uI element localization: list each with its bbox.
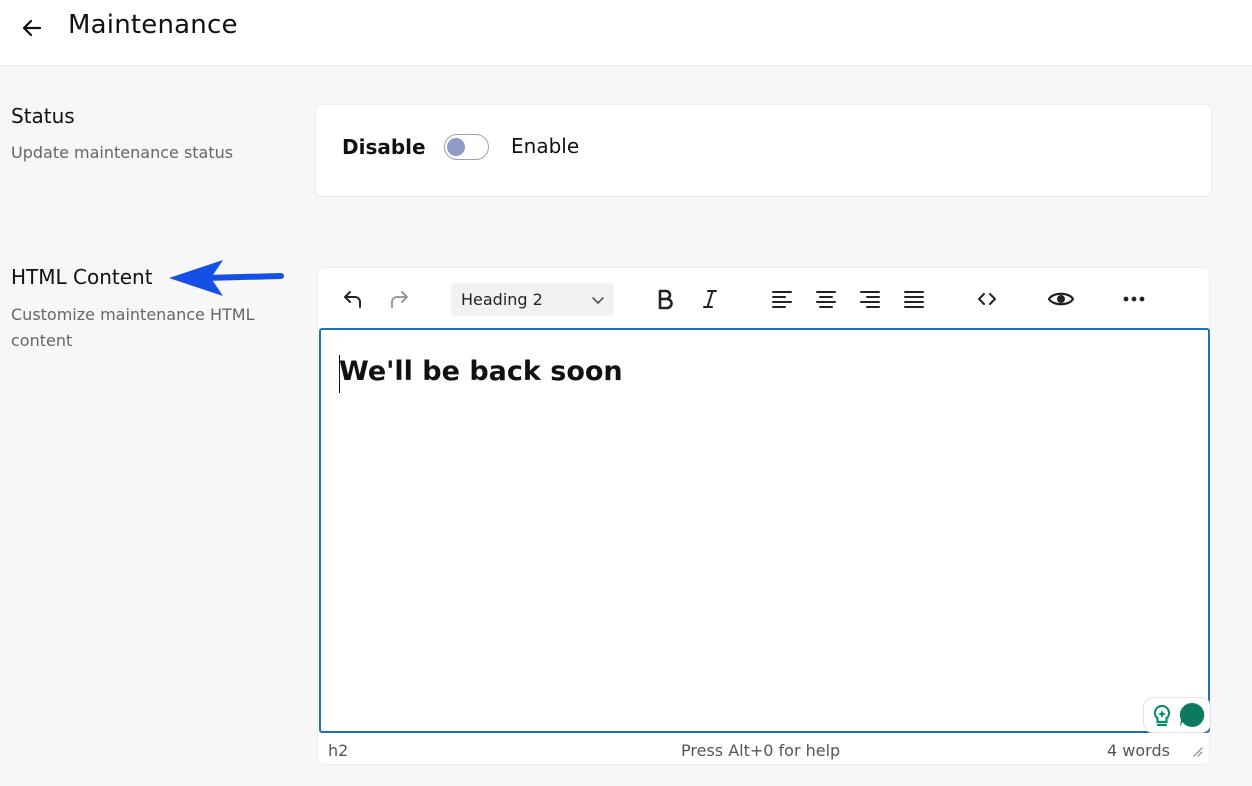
toggle-knob — [447, 138, 465, 156]
html-content-section-description: Customize maintenance HTML content — [11, 305, 255, 350]
block-format-value: Heading 2 — [461, 290, 543, 309]
block-format-select[interactable]: Heading 2 — [451, 283, 614, 316]
align-left-icon — [772, 291, 792, 308]
editor-statusbar: h2 Press Alt+0 for help 4 words — [318, 736, 1211, 766]
source-code-button[interactable] — [970, 282, 1004, 316]
help-hint: Press Alt+0 for help — [681, 741, 841, 760]
top-bar: Maintenance — [0, 0, 1252, 66]
align-right-icon — [860, 291, 880, 308]
redo-button[interactable] — [382, 282, 416, 316]
italic-icon — [703, 290, 717, 308]
chevron-down-icon — [592, 297, 604, 304]
bold-icon — [658, 289, 673, 310]
undo-icon — [344, 291, 361, 308]
status-card: Disable Enable — [315, 104, 1212, 197]
align-left-button[interactable] — [765, 282, 799, 316]
assistant-widget[interactable] — [1143, 697, 1211, 733]
preview-button[interactable] — [1044, 282, 1078, 316]
toggle-off-label: Disable — [342, 135, 426, 159]
align-center-icon — [816, 291, 836, 308]
maintenance-status-toggle[interactable] — [444, 134, 489, 160]
text-caret — [339, 355, 340, 393]
italic-button[interactable] — [693, 282, 727, 316]
editor-content-area[interactable]: We'll be back soon — [319, 328, 1211, 733]
align-right-button[interactable] — [853, 282, 887, 316]
toggle-on-label: Enable — [511, 134, 580, 158]
content-heading[interactable]: We'll be back soon — [339, 356, 623, 387]
redo-icon — [391, 291, 408, 308]
page-title: Maintenance — [68, 10, 238, 40]
more-icon — [1123, 296, 1145, 302]
align-center-button[interactable] — [809, 282, 843, 316]
undo-button[interactable] — [336, 282, 370, 316]
arrow-left-icon — [22, 19, 42, 37]
html-editor: Heading 2 We'll be back soon h2 Press Al… — [317, 267, 1211, 766]
bold-button[interactable] — [648, 282, 682, 316]
source-code-icon — [978, 293, 996, 305]
element-path[interactable]: h2 — [328, 741, 348, 760]
preview-icon — [1047, 292, 1075, 306]
editor-toolbar: Heading 2 — [318, 268, 1211, 328]
lightbulb-icon — [1153, 704, 1171, 727]
back-button[interactable] — [16, 12, 48, 44]
html-content-section-title: HTML Content — [11, 265, 153, 289]
resize-handle-icon[interactable] — [1191, 745, 1203, 757]
status-section-description: Update maintenance status — [11, 143, 234, 162]
status-section-title: Status — [11, 104, 75, 128]
chat-bubble-icon — [1179, 702, 1205, 727]
annotation-arrow-icon — [169, 260, 284, 296]
justify-icon — [904, 291, 924, 308]
more-button[interactable] — [1117, 282, 1151, 316]
word-count[interactable]: 4 words — [1107, 741, 1170, 760]
justify-button[interactable] — [897, 282, 931, 316]
